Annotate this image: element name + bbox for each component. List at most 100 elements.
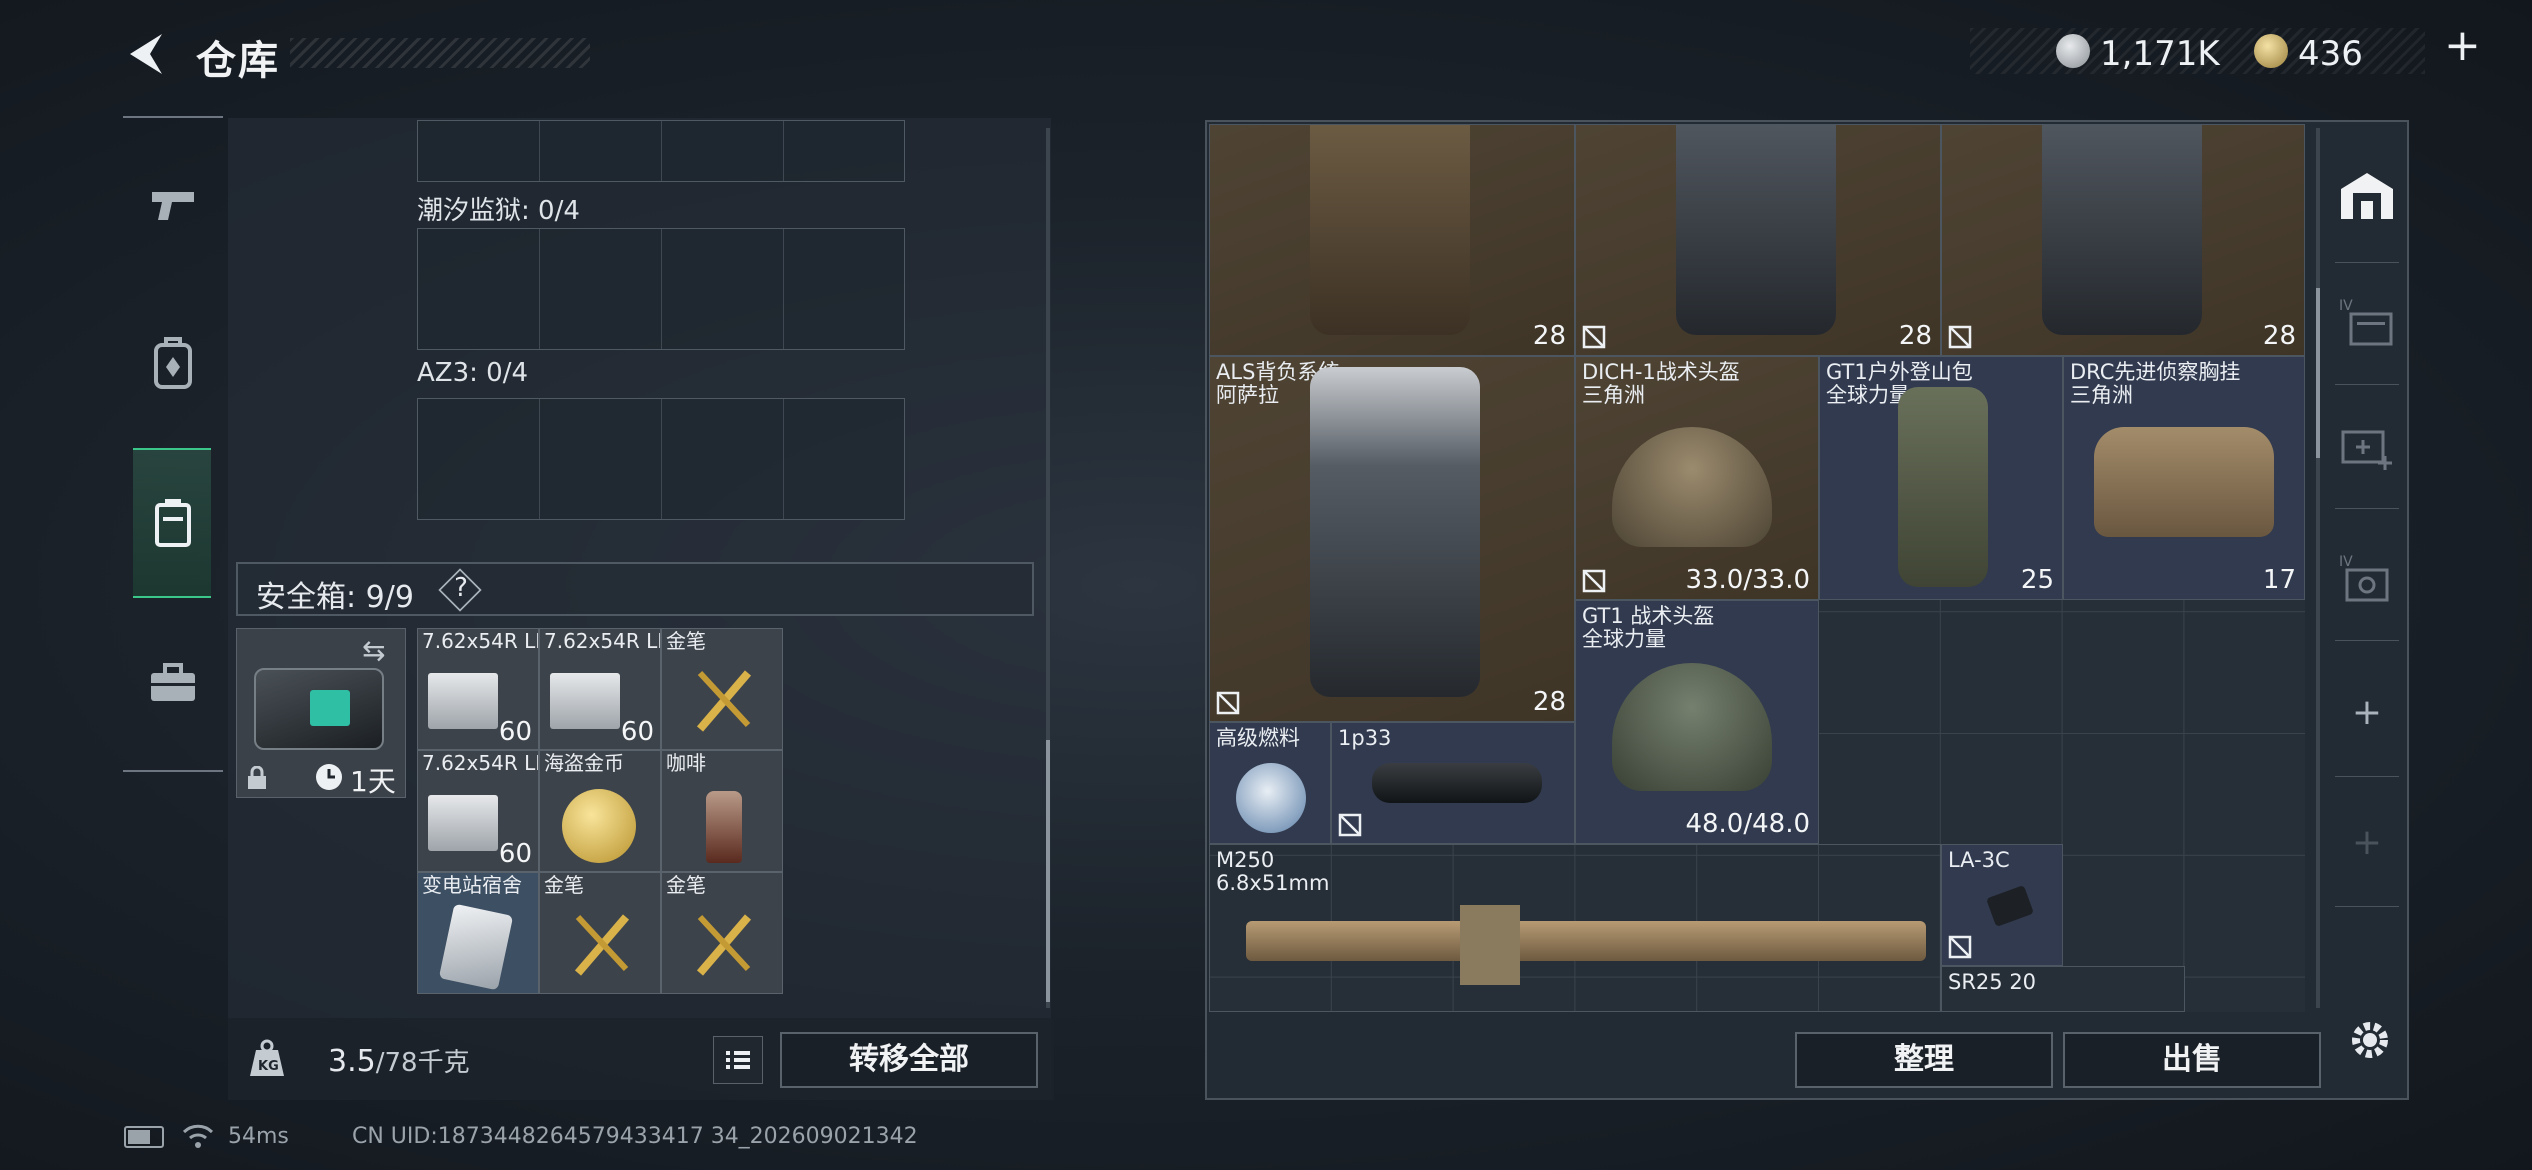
stash-item-gt1-helmet[interactable]: GT1 战术头盔 全球力量 48.0/48.0 <box>1575 600 1819 844</box>
safe-box-duration: 1天 <box>350 765 396 798</box>
gold-coin-image <box>562 789 636 863</box>
weight-readout: 3.5/78千克 <box>328 1042 470 1079</box>
no-insure-icon <box>1338 813 1362 837</box>
item-origin: 三角洲 <box>1582 383 1645 408</box>
swap-icon[interactable]: ⇆ <box>362 634 385 667</box>
sidebar-divider <box>123 116 223 118</box>
empty-slot-row[interactable] <box>417 228 905 350</box>
stash-item-backpack[interactable]: 28 <box>1941 124 2305 356</box>
stash-item-scope[interactable]: 1p33 <box>1331 722 1575 844</box>
stash-item-als-backpack[interactable]: ALS背负系统 阿萨拉 28 <box>1209 356 1575 722</box>
briefcase-icon <box>151 663 195 701</box>
no-insure-icon <box>1948 325 1972 349</box>
sidebar-item-briefcase[interactable] <box>135 645 211 721</box>
sidebar-item-gear[interactable] <box>135 325 211 401</box>
clock-icon <box>314 762 344 792</box>
backpack-image <box>1310 125 1470 335</box>
ammo-box-image <box>428 673 498 729</box>
title-decoration <box>290 38 590 68</box>
add-stash-tab-button-disabled[interactable]: + <box>2325 782 2409 902</box>
sidebar-item-container[interactable] <box>135 485 211 561</box>
right-scrollbar-thumb[interactable] <box>2316 288 2320 458</box>
helmet-image <box>1612 663 1772 791</box>
list-icon <box>726 1051 750 1069</box>
safe-item-ammo[interactable]: 7.62x54R LPS 60 <box>417 750 539 872</box>
right-scrollbar-track[interactable] <box>2316 128 2320 1008</box>
item-name: GT1 战术头盔 <box>1582 604 1715 628</box>
stash-tab-iv[interactable]: IV <box>2325 262 2409 382</box>
item-name: GT1户外登山包 <box>1826 360 1973 384</box>
weight-kg-icon: KG <box>248 1038 286 1078</box>
back-arrow-icon[interactable] <box>120 28 170 80</box>
gold-coin-icon <box>2254 34 2288 68</box>
stash-item-backpack[interactable]: 28 <box>1575 124 1941 356</box>
ping-readout: 54ms <box>228 1124 289 1149</box>
add-stash-tab-button[interactable]: + <box>2325 652 2409 772</box>
safe-item-coffee[interactable]: 咖啡 <box>661 750 783 872</box>
item-name: M250 <box>1216 848 1275 872</box>
sell-button[interactable]: 出售 <box>2063 1032 2321 1088</box>
storage-iv-lock-icon: IV <box>2339 554 2389 602</box>
sidebar-item-weapons[interactable] <box>135 168 211 244</box>
safe-item-ammo[interactable]: 7.62x54R LPS 60 <box>539 628 661 750</box>
gold-pen-image <box>696 670 752 732</box>
stash-item-drc-chest-rig[interactable]: DRC先进侦察胸挂 三角洲 17 <box>2063 356 2305 600</box>
safe-item-gold-pen[interactable]: 金笔 <box>661 872 783 994</box>
section-label: 潮汐监狱: 0/4 <box>417 196 580 226</box>
stash-item-la3c[interactable]: LA-3C <box>1941 844 2063 966</box>
safe-box-case-image <box>254 668 384 750</box>
stash-tab-medkit[interactable] <box>2325 386 2409 506</box>
pistol-icon <box>152 192 194 220</box>
backpack-image <box>1898 387 1988 587</box>
page-title: 仓库 <box>196 38 280 84</box>
no-insure-icon <box>1582 325 1606 349</box>
empty-slot-row[interactable] <box>417 120 905 182</box>
sidebar-divider <box>123 770 223 772</box>
help-mark: ? <box>454 573 468 603</box>
fuel-can-image <box>1236 763 1306 833</box>
storage-iv-icon: IV <box>2339 298 2393 346</box>
wifi-icon <box>182 1120 214 1152</box>
stash-item-dich1-helmet[interactable]: DICH-1战术头盔 三角洲 33.0/33.0 <box>1575 356 1819 600</box>
battery-icon <box>124 1126 164 1148</box>
empty-slot-row[interactable] <box>417 398 905 520</box>
stash-tab-home[interactable] <box>2325 136 2409 256</box>
section-label: AZ3: 0/4 <box>417 358 529 388</box>
safe-item-ammo[interactable]: 7.62x54R LPS 60 <box>417 628 539 750</box>
safe-item-key-card[interactable]: 变电站宿舍 <box>417 872 539 994</box>
safe-item-gold-pen[interactable]: 金笔 <box>661 628 783 750</box>
ammo-box-image <box>550 673 620 729</box>
stash-item-sr25[interactable]: SR25 20 <box>1941 966 2185 1012</box>
list-view-button[interactable] <box>713 1036 763 1084</box>
stash-item-fuel[interactable]: 高级燃料 <box>1209 722 1331 844</box>
weight-current: 3.5 <box>328 1044 376 1079</box>
key-card-image <box>438 903 514 991</box>
safe-box-label: 安全箱: 9/9 <box>256 580 414 615</box>
add-currency-button[interactable]: + <box>2444 24 2481 68</box>
settings-gear-icon[interactable] <box>2340 1010 2400 1070</box>
stash-item-gt1-backpack[interactable]: GT1户外登山包 全球力量 25 <box>1819 356 2063 600</box>
item-origin: 三角洲 <box>2070 383 2133 408</box>
left-scrollbar-thumb[interactable] <box>1046 740 1050 1002</box>
no-insure-icon <box>1582 569 1606 593</box>
transfer-all-button[interactable]: 转移全部 <box>780 1032 1038 1088</box>
stash-item-m250[interactable]: M250 6.8x51mm <box>1209 844 1941 1012</box>
silver-amount: 1,171K <box>2100 34 2220 74</box>
no-insure-icon <box>1216 691 1240 715</box>
container-icon <box>155 499 191 547</box>
safe-item-gold-pen[interactable]: 金笔 <box>539 872 661 994</box>
medkit-add-icon <box>2341 430 2392 470</box>
chest-rig-image <box>2094 427 2274 537</box>
stash-item-backpack[interactable]: 28 <box>1209 124 1575 356</box>
safe-item-pirate-coin[interactable]: 海盗金币 <box>539 750 661 872</box>
helmet-image <box>1612 427 1772 547</box>
item-caliber: 6.8x51mm <box>1216 871 1330 896</box>
gold-pen-image <box>574 914 630 976</box>
svg-text:IV: IV <box>2339 554 2353 570</box>
stash-tab-iv-2[interactable]: IV <box>2325 518 2409 638</box>
sort-button[interactable]: 整理 <box>1795 1032 2053 1088</box>
svg-text:KG: KG <box>258 1059 279 1074</box>
home-icon <box>2341 173 2393 219</box>
rifle-image <box>1246 921 1926 961</box>
gold-pen-image <box>696 914 752 976</box>
